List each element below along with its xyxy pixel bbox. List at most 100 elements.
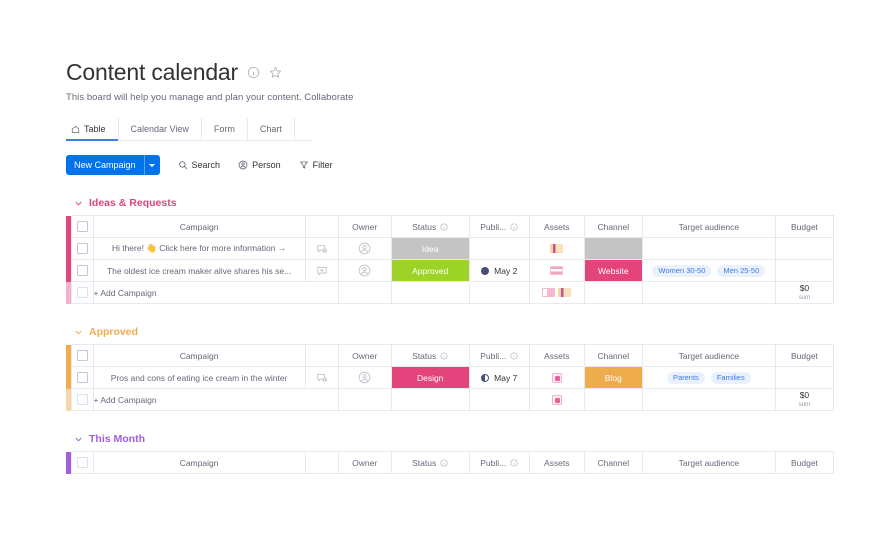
asset-thumbnail[interactable] [558,288,572,297]
cell-comment[interactable] [304,366,339,389]
comment-badge-icon[interactable] [316,372,328,384]
comment-add-icon[interactable] [316,265,328,277]
asset-thumbnail[interactable] [542,288,556,297]
tab-form[interactable]: Form [202,118,248,140]
cell-audience[interactable] [641,237,776,260]
search-button[interactable]: Search [178,160,220,170]
asset-thumbnail[interactable] [551,372,562,383]
select-all-checkbox[interactable] [76,457,88,468]
cell-owner[interactable] [337,237,392,260]
table-row[interactable]: Pros and cons of eating ice cream in the… [66,366,835,389]
cell-budget[interactable] [774,237,835,260]
select-all-checkbox-cell[interactable] [70,451,94,474]
audience-tag[interactable]: Parents [666,371,705,384]
column-header-owner[interactable]: Owner [337,344,392,367]
cell-assets[interactable] [528,366,585,389]
audience-tag[interactable]: Women 30-50 [652,264,712,277]
cell-campaign[interactable]: The oldest ice cream maker alive shares … [92,259,306,282]
chevron-down-icon[interactable] [74,435,83,444]
column-header-channel[interactable]: Channel [583,344,643,367]
column-header-audience[interactable]: Target audience [641,215,776,238]
cell-budget[interactable] [774,259,835,282]
avatar[interactable] [358,242,371,255]
cell-campaign[interactable]: Pros and cons of eating ice cream in the… [92,366,306,389]
cell-owner[interactable] [337,259,392,282]
tab-table[interactable]: Table [66,118,119,141]
star-icon[interactable] [269,66,282,79]
row-checkbox-cell[interactable] [70,259,94,282]
cell-budget[interactable] [774,366,835,389]
row-checkbox-cell[interactable] [70,237,94,260]
column-header-publish[interactable]: Publi... [468,215,530,238]
cell-comment[interactable] [304,259,339,282]
asset-thumbnail[interactable] [550,244,564,253]
group-header[interactable]: Approved [66,326,846,338]
chevron-down-icon[interactable] [143,155,160,175]
cell-owner[interactable] [337,366,392,389]
group-header[interactable]: Ideas & Requests [66,197,846,209]
cell-assets[interactable] [528,237,585,260]
asset-thumbnail[interactable] [550,266,564,275]
column-header-channel[interactable]: Channel [583,215,643,238]
cell-publish-date[interactable]: May 2 [468,259,530,282]
cell-status[interactable]: Design [390,366,470,389]
cell-status[interactable]: Idea [390,237,470,260]
row-checkbox-cell[interactable] [70,388,94,411]
cell-publish-date[interactable] [468,237,530,260]
cell-channel[interactable]: Blog [583,366,643,389]
select-all-checkbox[interactable] [76,221,88,232]
asset-thumbnail[interactable] [551,394,562,405]
cell-campaign[interactable]: Hi there! 👋 Click here for more informat… [92,237,306,260]
column-header-budget[interactable]: Budget [774,215,835,238]
avatar[interactable] [358,264,371,277]
audience-tag[interactable]: Families [710,371,751,384]
column-header-status[interactable]: Status [390,344,470,367]
column-header-assets[interactable]: Assets [528,215,585,238]
row-checkbox-cell[interactable] [70,366,94,389]
info-circle-icon[interactable] [247,66,260,79]
new-campaign-button[interactable]: New Campaign [66,155,160,175]
add-campaign-button[interactable]: + Add Campaign [92,281,339,304]
row-checkbox[interactable] [76,265,88,276]
column-header-audience[interactable]: Target audience [641,344,776,367]
cell-audience[interactable]: Women 30-50 Men 25-50 [641,259,776,282]
column-header-assets[interactable]: Assets [528,451,585,474]
column-header-status[interactable]: Status [390,215,470,238]
row-checkbox[interactable] [76,372,88,383]
cell-comment[interactable] [304,237,339,260]
cell-channel[interactable] [583,237,643,260]
audience-tag[interactable]: Men 25-50 [717,264,766,277]
select-all-checkbox-cell[interactable] [70,215,94,238]
chevron-down-icon[interactable] [74,328,83,337]
column-header-status[interactable]: Status [390,451,470,474]
column-header-campaign[interactable]: Campaign [92,451,306,474]
column-header-budget[interactable]: Budget [774,344,835,367]
table-row[interactable]: The oldest ice cream maker alive shares … [66,259,835,282]
row-checkbox[interactable] [76,243,88,254]
group-header[interactable]: This Month [66,433,846,445]
cell-audience[interactable]: Parents Families [641,366,776,389]
cell-assets[interactable] [528,388,585,411]
column-header-budget[interactable]: Budget [774,451,835,474]
tab-calendar-view[interactable]: Calendar View [119,118,202,140]
filter-button[interactable]: Filter [299,160,333,170]
column-header-channel[interactable]: Channel [583,451,643,474]
add-row[interactable]: + Add Campaign $0 sum [66,281,835,304]
avatar[interactable] [358,371,371,384]
column-header-campaign[interactable]: Campaign [92,344,306,367]
tab-chart[interactable]: Chart [248,118,295,140]
column-header-assets[interactable]: Assets [528,344,585,367]
column-header-owner[interactable]: Owner [337,451,392,474]
column-header-campaign[interactable]: Campaign [92,215,306,238]
cell-assets[interactable] [528,259,585,282]
cell-publish-date[interactable]: May 7 [468,366,530,389]
add-campaign-button[interactable]: + Add Campaign [92,388,339,411]
cell-channel[interactable]: Website [583,259,643,282]
chevron-down-icon[interactable] [74,199,83,208]
column-header-owner[interactable]: Owner [337,215,392,238]
select-all-checkbox[interactable] [76,350,88,361]
column-header-publish[interactable]: Publi... [468,451,530,474]
add-row[interactable]: + Add Campaign $0 sum [66,388,835,411]
person-button[interactable]: Person [238,160,281,170]
cell-assets[interactable] [528,281,585,304]
